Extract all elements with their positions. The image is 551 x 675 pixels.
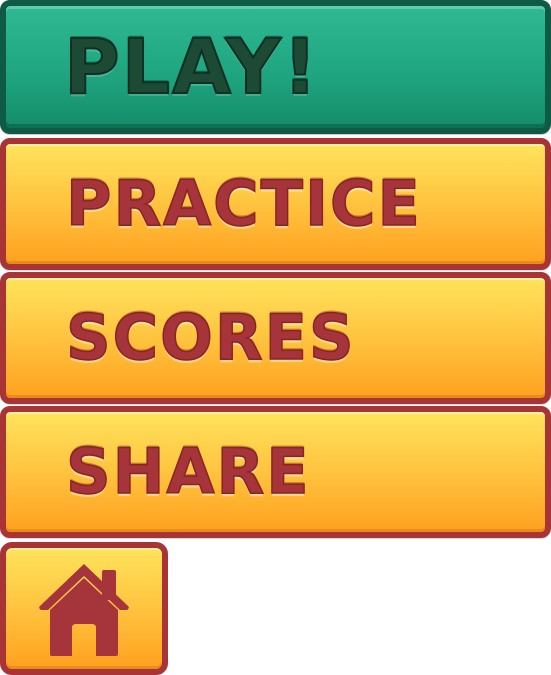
- home-button[interactable]: [0, 542, 168, 675]
- practice-button[interactable]: PRACTICE: [0, 138, 551, 270]
- main-menu: PLAY! PRACTICE SCORES SHARE: [0, 0, 551, 675]
- play-button-label: PLAY!: [63, 22, 320, 111]
- scores-button-label: SCORES: [65, 301, 356, 374]
- practice-button-label: PRACTICE: [65, 167, 422, 240]
- share-button-label: SHARE: [65, 435, 311, 508]
- share-button[interactable]: SHARE: [0, 406, 551, 538]
- home-icon: [39, 563, 129, 656]
- scores-button[interactable]: SCORES: [0, 272, 551, 404]
- play-button[interactable]: PLAY!: [0, 0, 551, 134]
